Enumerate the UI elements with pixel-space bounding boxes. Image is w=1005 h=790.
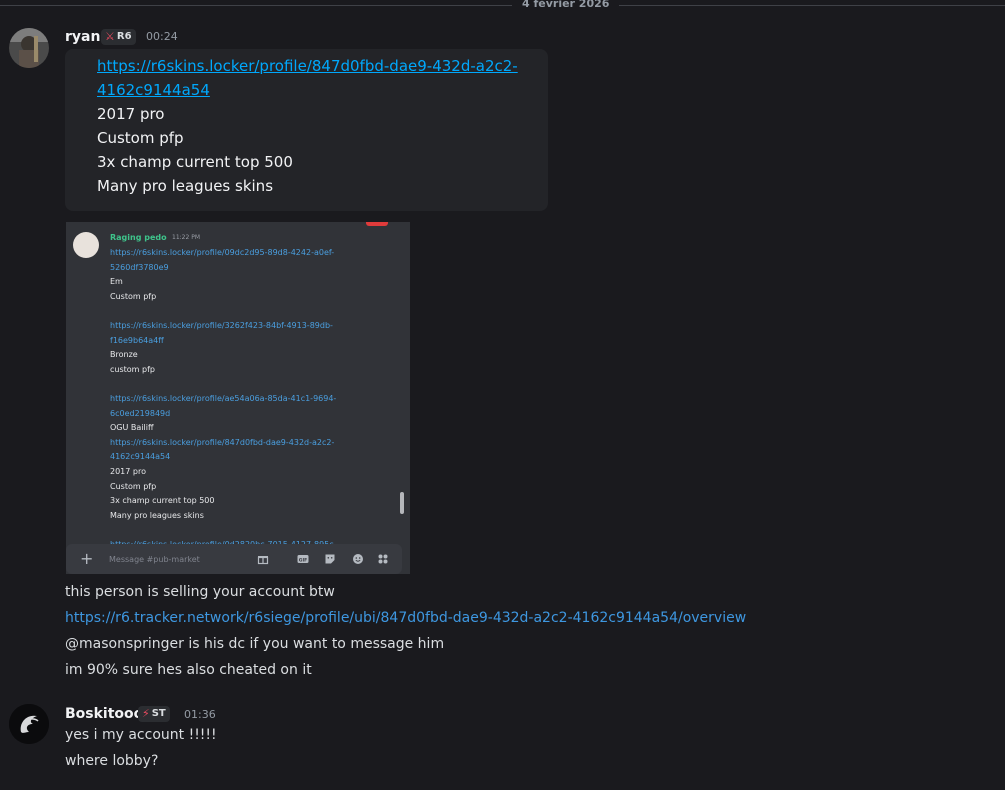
bubble-line: 3x champ current top 500 — [97, 153, 293, 171]
role-badge-r6[interactable]: ⚔ R6 — [101, 29, 136, 45]
date-divider: 4 février 2026 — [0, 0, 1005, 11]
message-text: yes i my account !!!!! — [65, 727, 217, 743]
message-text: @masonspringer is his dc if you want to … — [65, 636, 445, 652]
username-ryan[interactable]: ryan — [65, 28, 100, 46]
bubble-link-line-1[interactable]: https://r6skins.locker/profile/847d0fbd-… — [97, 54, 518, 78]
embed-line: Custom pfp — [110, 481, 157, 491]
embed-avatar — [73, 232, 99, 258]
username-boskitooo[interactable]: Boskitooo — [65, 705, 143, 723]
red-tag — [366, 222, 388, 226]
embed-scrollbar — [400, 492, 404, 514]
avatar-ryan[interactable] — [9, 28, 49, 68]
message-text: this person is selling your account btw — [65, 584, 335, 600]
embed-line: 5260df3780e9 — [110, 262, 169, 272]
emoji-icon — [352, 553, 364, 565]
embed-line: Em — [110, 277, 123, 287]
bubble-line: Many pro leagues skins — [97, 177, 274, 195]
bubble-link-line-2[interactable]: 4162c9144a54 — [97, 78, 210, 102]
avatar-boskitooo[interactable] — [9, 704, 49, 744]
embed-username: Raging pedo — [110, 233, 167, 242]
embed-line: 2017 pro — [110, 467, 146, 476]
sticker-icon — [324, 553, 336, 565]
embed-input-placeholder: Message #pub-market — [109, 555, 200, 564]
message-time: 01:36 — [184, 708, 216, 721]
image-attachment[interactable]: Raging pedo 11:22 PM https://r6skins.loc… — [66, 222, 410, 574]
embed-line: https://r6skins.locker/profile/ae54a06a-… — [110, 394, 337, 403]
divider-date: 4 février 2026 — [512, 0, 620, 11]
divider-line — [0, 5, 1005, 6]
sword-icon: ⚔ — [105, 30, 115, 43]
tracker-link[interactable]: https://r6.tracker.network/r6siege/profi… — [65, 608, 746, 628]
embed-line: https://r6skins.locker/profile/09dc2d95-… — [110, 248, 335, 257]
gif-icon: GIF — [297, 553, 309, 565]
message-bubble: https://r6skins.locker/profile/847d0fbd-… — [65, 49, 548, 211]
embed-line: 3x champ current top 500 — [110, 496, 215, 506]
embed-line: https://r6skins.locker/profile/3262f423-… — [110, 321, 333, 330]
message-text: where lobby? — [65, 753, 159, 769]
embed-time: 11:22 PM — [172, 234, 200, 241]
role-badge-st[interactable]: ⚡ ST — [138, 706, 170, 722]
embed-message-input: + Message #pub-market GIF — [66, 544, 402, 574]
plus-icon: + — [80, 549, 94, 568]
embed-line: https://r6skins.locker/profile/847d0fbd-… — [110, 437, 335, 447]
embed-line: Bronze — [110, 350, 138, 360]
gift-icon — [257, 553, 269, 565]
embed-line: Many pro leagues skins — [110, 510, 204, 520]
bubble-line: 2017 pro — [97, 105, 165, 123]
embed-line: f16e9b64a4ff — [110, 335, 164, 345]
embed-line: 6c0ed219849d — [110, 408, 171, 418]
bolt-icon: ⚡ — [142, 707, 150, 720]
message-text: im 90% sure hes also cheated on it — [65, 662, 312, 678]
svg-text:GIF: GIF — [299, 557, 307, 563]
embed-line: custom pfp — [110, 364, 155, 374]
embed-line: OGU Bailiff — [110, 423, 154, 433]
message-time: 00:24 — [146, 30, 178, 43]
embed-line: Custom pfp — [110, 291, 157, 301]
embed-line: 4162c9144a54 — [110, 452, 171, 462]
bubble-line: Custom pfp — [97, 129, 184, 147]
apps-icon — [377, 553, 389, 565]
badge-text: R6 — [116, 31, 132, 42]
badge-text: ST — [151, 708, 166, 719]
